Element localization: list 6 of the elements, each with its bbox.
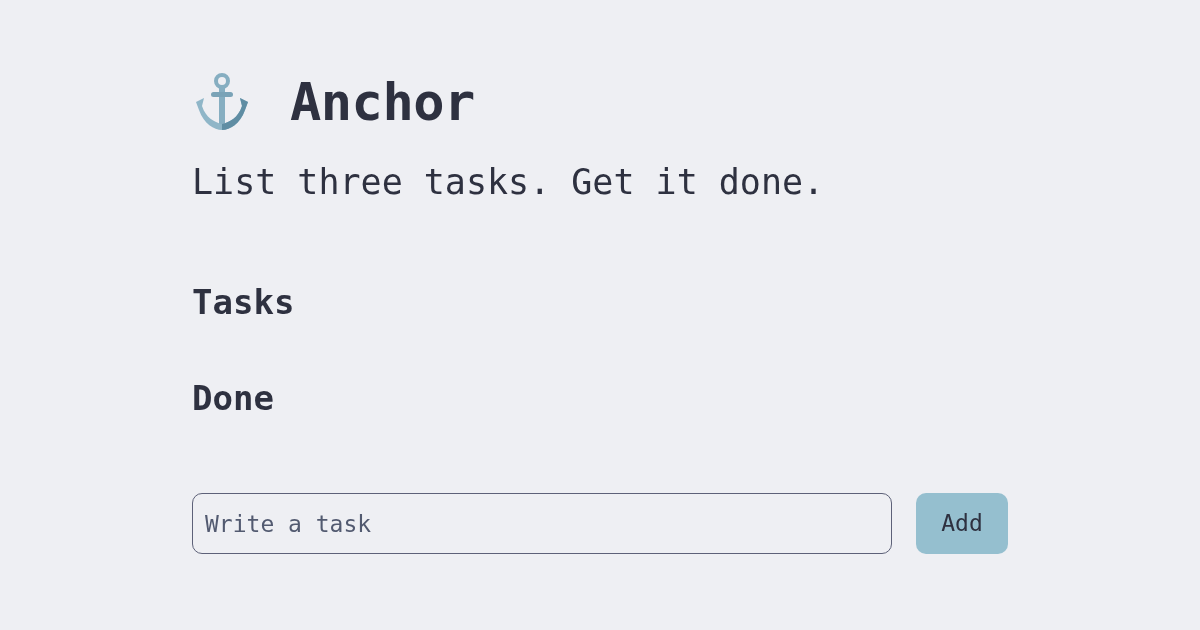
section-heading: Done [192, 377, 275, 420]
section-heading: Tasks [192, 281, 296, 324]
tagline: List three tasks. Get it done. [192, 161, 826, 204]
app-title: Anchor [290, 72, 475, 132]
add-button[interactable]: Add [916, 493, 1008, 554]
task-input[interactable]: Write a task [192, 493, 892, 554]
